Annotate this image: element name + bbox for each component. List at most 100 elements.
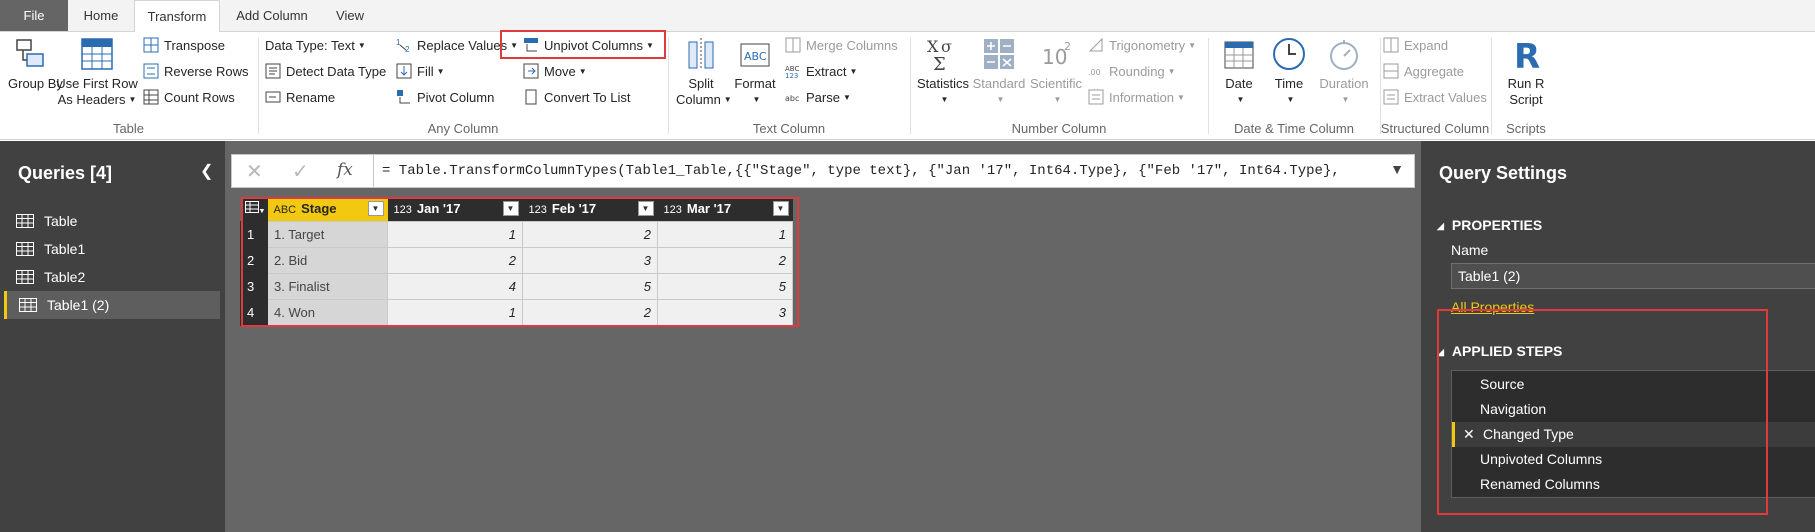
separator xyxy=(1380,38,1381,134)
query-name-input[interactable]: Table1 (2) xyxy=(1451,263,1815,289)
count-rows-button[interactable]: Count Rows xyxy=(143,88,235,108)
parse-button[interactable]: abc Parse ▼ xyxy=(785,88,851,108)
query-item-table1[interactable]: Table1 xyxy=(4,235,220,263)
statistics-button[interactable]: X σ Σ Statistics ▼ xyxy=(916,36,970,108)
scientific-label: Scientific xyxy=(1029,76,1083,91)
split-column-icon xyxy=(688,38,714,70)
time-caret: ▼ xyxy=(1286,95,1295,104)
tab-transform[interactable]: Transform xyxy=(134,0,220,33)
run-r-label-2: Script xyxy=(1509,92,1543,107)
scientific-caret: ▼ xyxy=(1053,95,1062,104)
fill-down-icon xyxy=(396,63,412,79)
ribbon: Group By Use First Row As Headers ▼ Trans… xyxy=(0,30,1815,140)
duration-button[interactable]: Duration ▼ xyxy=(1316,36,1372,108)
run-r-script-button[interactable]: R Run R Script xyxy=(1496,36,1556,108)
separator xyxy=(258,38,259,134)
group-label-structured-column: Structured Column xyxy=(1380,121,1490,136)
group-by-icon xyxy=(16,39,44,67)
query-item-table2[interactable]: Table2 xyxy=(4,263,220,291)
merge-columns-icon xyxy=(785,37,801,53)
clock-icon xyxy=(1273,38,1305,70)
svg-text:2: 2 xyxy=(1064,40,1071,53)
table-highlight-box xyxy=(241,197,799,327)
rename-button[interactable]: Rename xyxy=(265,88,335,108)
format-button[interactable]: ABC Format ▼ xyxy=(730,36,780,108)
separator xyxy=(668,38,669,134)
tab-add-column[interactable]: Add Column xyxy=(222,0,322,32)
group-label-table: Table xyxy=(112,121,145,136)
run-r-label-1: Run R xyxy=(1507,76,1545,91)
aggregate-button[interactable]: Aggregate xyxy=(1383,62,1464,82)
group-label-number-column: Number Column xyxy=(1011,121,1107,136)
separator xyxy=(910,38,911,134)
format-caret: ▼ xyxy=(752,95,761,104)
transpose-button[interactable]: Transpose xyxy=(143,36,225,56)
merge-columns-button[interactable]: Merge Columns xyxy=(785,36,898,56)
collapse-chevron-icon[interactable]: ❮ xyxy=(200,161,213,181)
split-label-2: Column ▼ xyxy=(676,92,732,107)
use-first-row-button[interactable]: Use First Row As Headers ▼ xyxy=(56,36,138,108)
group-label-scripts: Scripts xyxy=(1506,121,1546,136)
information-icon xyxy=(1088,89,1104,105)
rounding-icon: .00 xyxy=(1088,63,1104,79)
group-label-any-column: Any Column xyxy=(427,121,499,136)
scientific-button[interactable]: 10 2 Scientific ▼ xyxy=(1028,36,1084,108)
group-label-text-column: Text Column xyxy=(752,121,826,136)
queries-pane: Queries [4] ❮ Table Table1 Table2 Table1… xyxy=(0,141,225,532)
collapse-triangle-icon: ◢ xyxy=(1437,221,1444,231)
query-item-table[interactable]: Table xyxy=(4,207,220,235)
detect-data-type-button[interactable]: Detect Data Type xyxy=(265,62,386,82)
properties-section-header[interactable]: ◢ PROPERTIES xyxy=(1437,217,1542,233)
rename-icon xyxy=(265,89,281,105)
convert-to-list-button[interactable]: Convert To List xyxy=(523,88,630,108)
svg-text:123: 123 xyxy=(785,72,798,79)
data-preview-area: ✕ ✓ fx = Table.TransformColumnTypes(Tabl… xyxy=(225,141,1421,532)
extract-values-icon xyxy=(1383,89,1399,105)
table-icon xyxy=(16,242,34,256)
pivot-column-button[interactable]: Pivot Column xyxy=(396,88,494,108)
move-button[interactable]: Move ▼ xyxy=(523,62,587,82)
date-label: Date xyxy=(1225,76,1253,91)
expand-icon xyxy=(1383,37,1399,53)
pivot-column-icon xyxy=(396,89,412,105)
reverse-rows-button[interactable]: Reverse Rows xyxy=(143,62,249,82)
scientific-icon: 10 2 xyxy=(1042,40,1071,69)
separator xyxy=(1208,38,1209,134)
svg-text:.00: .00 xyxy=(1088,68,1101,77)
query-settings-title: Query Settings xyxy=(1439,163,1568,183)
formula-input[interactable]: = Table.TransformColumnTypes(Table1_Tabl… xyxy=(382,163,1340,179)
use-first-row-label-2: As Headers ▼ xyxy=(57,92,137,107)
time-button[interactable]: Time ▼ xyxy=(1266,36,1312,108)
information-button[interactable]: Information ▼ xyxy=(1088,88,1185,108)
standard-button[interactable]: Standard ▼ xyxy=(972,36,1026,108)
date-button[interactable]: Date ▼ xyxy=(1216,36,1262,108)
queries-title: Queries [4] xyxy=(18,163,113,183)
ribbon-tab-bar: File Home Transform Add Column View xyxy=(0,0,1815,33)
transpose-icon xyxy=(143,37,159,53)
stopwatch-icon xyxy=(1330,40,1358,70)
cancel-icon[interactable]: ✕ xyxy=(246,159,263,184)
statistics-label: Statistics xyxy=(916,76,969,91)
extract-values-button[interactable]: Extract Values xyxy=(1383,88,1487,108)
expand-button[interactable]: Expand xyxy=(1383,36,1448,56)
fx-icon: fx xyxy=(337,160,353,180)
query-item-table1-2[interactable]: Table1 (2) xyxy=(4,291,220,319)
tab-view[interactable]: View xyxy=(324,0,376,32)
group-by-label: Group By xyxy=(8,76,63,91)
trigonometry-button[interactable]: Trigonometry ▼ xyxy=(1088,36,1196,56)
data-type-dropdown[interactable]: Data Type: Text ▼ xyxy=(265,36,366,56)
date-caret: ▼ xyxy=(1236,95,1245,104)
fill-button[interactable]: Fill ▼ xyxy=(396,62,445,82)
group-by-button[interactable]: Group By xyxy=(8,36,63,92)
split-column-button[interactable]: Split Column ▼ xyxy=(676,36,732,108)
confirm-check-icon[interactable]: ✓ xyxy=(292,159,309,184)
rounding-button[interactable]: .00 Rounding ▼ xyxy=(1088,62,1176,82)
expand-formula-chevron-icon[interactable]: ▼ xyxy=(1390,161,1404,177)
replace-values-icon: 12 xyxy=(396,37,412,54)
extract-button[interactable]: ABC 123 Extract ▼ xyxy=(785,62,857,82)
svg-text:2: 2 xyxy=(405,45,410,53)
tab-file[interactable]: File xyxy=(0,0,68,31)
formula-bar: ✕ ✓ fx = Table.TransformColumnTypes(Tabl… xyxy=(231,154,1415,188)
tab-home[interactable]: Home xyxy=(70,0,132,32)
table-icon xyxy=(16,270,34,284)
